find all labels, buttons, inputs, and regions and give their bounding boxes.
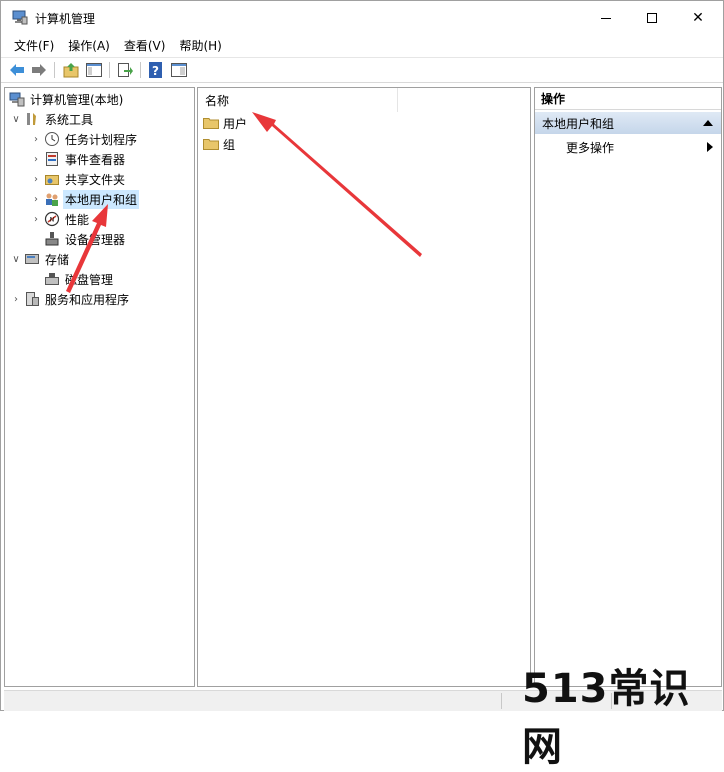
chevron-right-icon[interactable]: › (31, 189, 41, 209)
list-item-users[interactable]: 用户 (203, 113, 247, 133)
list-item-label: 用户 (223, 116, 248, 131)
actions-section-local-users-groups[interactable]: 本地用户和组 (535, 112, 721, 134)
collapse-triangle-icon[interactable] (703, 120, 713, 126)
disk-icon (45, 273, 59, 285)
actions-section-label: 本地用户和组 (542, 116, 615, 131)
chevron-right-icon[interactable]: › (31, 129, 41, 149)
show-hide-tree-icon[interactable] (85, 61, 103, 79)
chevron-down-icon[interactable]: ∨ (11, 249, 21, 269)
tree-item-task-scheduler[interactable]: › 任务计划程序 (31, 129, 139, 149)
menu-bar: 文件(F) 操作(A) 查看(V) 帮助(H) (1, 35, 723, 55)
computer-management-icon (9, 92, 25, 107)
tree-item-label: 系统工具 (45, 112, 94, 127)
console-tree-pane[interactable]: 计算机管理(本地) ∨ 系统工具 › 任务计划程序 › 事件查看器 › 共享文件… (4, 87, 195, 687)
title-bar[interactable]: 计算机管理 ✕ (1, 1, 723, 35)
tree-item-disk-management[interactable]: 磁盘管理 (44, 269, 115, 289)
folder-icon (203, 139, 219, 150)
tree-item-label: 事件查看器 (65, 152, 126, 167)
users-icon (46, 193, 58, 206)
more-actions-label: 更多操作 (566, 140, 615, 155)
menu-help[interactable]: 帮助(H) (172, 35, 228, 55)
actions-header: 操作 (535, 88, 721, 110)
chevron-right-icon[interactable]: › (31, 209, 41, 229)
computer-management-window: 计算机管理 ✕ 文件(F) 操作(A) 查看(V) 帮助(H) ? 计算机管理(… (0, 0, 724, 711)
maximize-button[interactable] (629, 1, 675, 35)
up-folder-icon[interactable] (62, 61, 80, 79)
tree-item-device-manager[interactable]: 设备管理器 (44, 229, 127, 249)
watermark-text: 513常识网 (522, 666, 691, 770)
event-viewer-icon (46, 152, 58, 166)
minimize-icon (601, 17, 611, 19)
column-header-name[interactable]: 名称 (198, 88, 398, 112)
tree-item-label: 任务计划程序 (65, 132, 138, 147)
tree-item-services-applications[interactable]: › 服务和应用程序 (11, 289, 131, 309)
chevron-right-icon[interactable]: › (31, 149, 41, 169)
toolbar: ? (1, 57, 723, 83)
tree-item-label: 性能 (65, 212, 90, 227)
tree-item-label: 存储 (45, 252, 70, 267)
tools-icon (27, 113, 36, 125)
actions-pane: 操作 本地用户和组 更多操作 (534, 87, 722, 687)
tree-item-label: 服务和应用程序 (45, 292, 130, 307)
back-arrow-icon[interactable] (8, 61, 26, 79)
tree-item-label: 共享文件夹 (65, 172, 126, 187)
chevron-right-icon[interactable]: › (11, 289, 21, 309)
tree-item-performance[interactable]: › N 性能 (31, 209, 91, 229)
close-button[interactable]: ✕ (675, 1, 721, 35)
svg-text:N: N (50, 217, 55, 224)
shared-folder-icon (45, 175, 59, 185)
results-list-pane[interactable]: 名称 用户 组 (197, 87, 531, 687)
more-actions-item[interactable]: 更多操作 (535, 136, 721, 158)
tree-item-local-users-groups[interactable]: › 本地用户和组 (31, 189, 140, 209)
svg-text:?: ? (152, 64, 159, 78)
close-icon: ✕ (692, 10, 704, 26)
toolbar-separator (109, 62, 110, 78)
help-icon[interactable]: ? (147, 61, 165, 79)
performance-icon: N (44, 211, 60, 227)
tree-item-storage[interactable]: ∨ 存储 (11, 249, 71, 269)
services-icon (26, 292, 39, 306)
storage-icon (25, 254, 39, 264)
list-item-groups[interactable]: 组 (203, 134, 235, 154)
minimize-button[interactable] (583, 1, 629, 35)
column-header-label: 名称 (205, 93, 230, 108)
computer-management-app-icon (12, 10, 28, 25)
menu-action[interactable]: 操作(A) (61, 35, 117, 55)
console-view-icon[interactable] (170, 61, 188, 79)
chevron-right-icon[interactable]: › (31, 169, 41, 189)
tree-item-label: 本地用户和组 (63, 189, 140, 209)
menu-file[interactable]: 文件(F) (7, 35, 61, 55)
toolbar-separator (140, 62, 141, 78)
tree-item-label: 计算机管理(本地) (30, 92, 124, 107)
chevron-down-icon[interactable]: ∨ (11, 109, 21, 129)
status-bar-divider (501, 693, 502, 709)
clock-icon (45, 132, 59, 146)
device-manager-icon (45, 232, 59, 246)
tree-item-label: 设备管理器 (65, 232, 126, 247)
tree-item-shared-folders[interactable]: › 共享文件夹 (31, 169, 127, 189)
menu-view[interactable]: 查看(V) (117, 35, 173, 55)
list-item-label: 组 (223, 137, 236, 152)
export-list-icon[interactable] (116, 61, 134, 79)
toolbar-separator (54, 62, 55, 78)
tree-item-label: 磁盘管理 (65, 272, 114, 287)
folder-icon (203, 118, 219, 129)
window-title: 计算机管理 (35, 12, 96, 26)
maximize-icon (647, 13, 657, 23)
tree-item-system-tools[interactable]: ∨ 系统工具 (11, 109, 95, 129)
tree-item-root[interactable]: 计算机管理(本地) (9, 89, 125, 109)
tree-item-event-viewer[interactable]: › 事件查看器 (31, 149, 127, 169)
forward-arrow-icon[interactable] (30, 61, 48, 79)
submenu-triangle-icon (707, 142, 713, 152)
